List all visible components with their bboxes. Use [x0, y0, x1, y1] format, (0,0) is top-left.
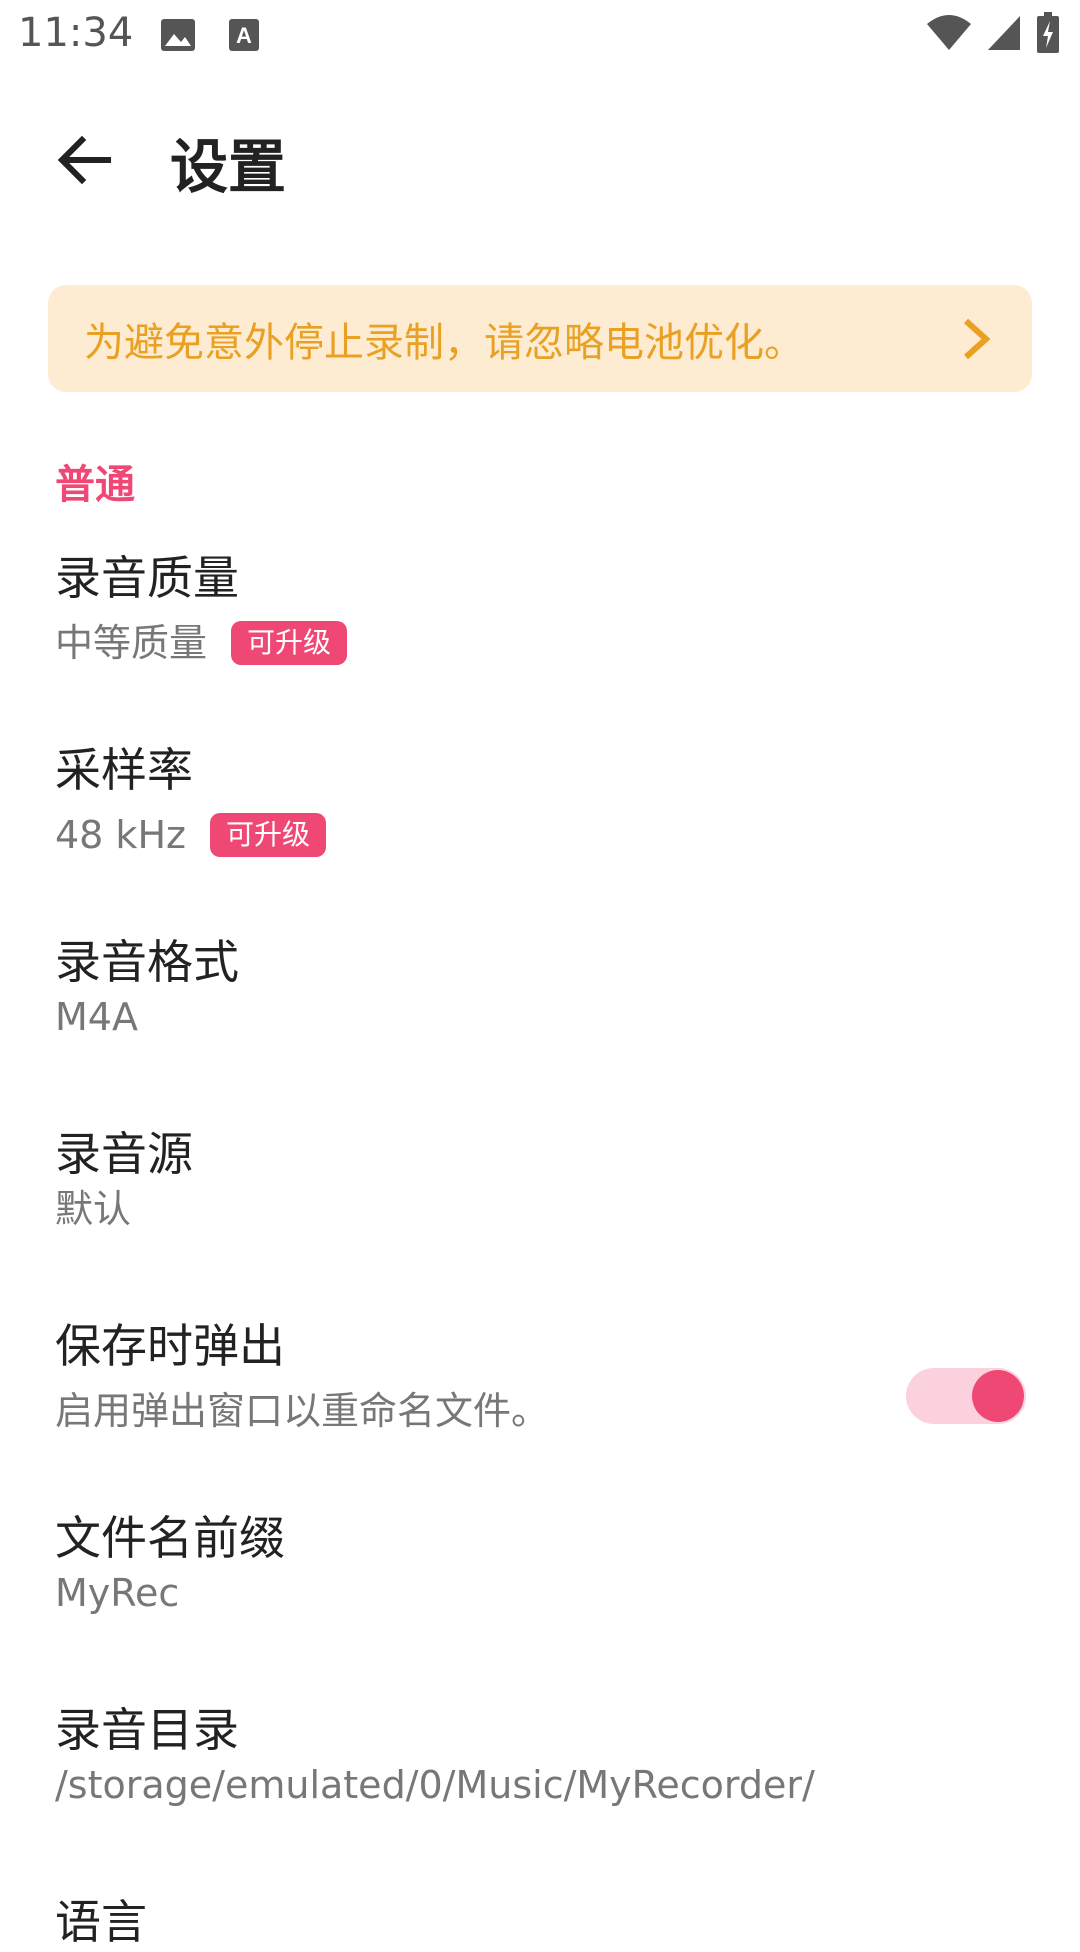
setting-language[interactable]: 语言: [55, 1892, 1055, 1952]
wifi-icon: [926, 14, 972, 56]
status-bar: 11:34 A: [0, 0, 1080, 72]
setting-subtitle: 启用弹出窗口以重命名文件。: [55, 1389, 550, 1433]
setting-subtitle: MyRec: [55, 1571, 180, 1615]
setting-filename-prefix[interactable]: 文件名前缀 MyRec: [55, 1508, 1055, 1618]
upgrade-badge: 可升级: [231, 621, 348, 665]
battery-charging-icon: [1036, 12, 1060, 58]
setting-subtitle: 默认: [55, 1187, 132, 1231]
setting-recording-format[interactable]: 录音格式 M4A: [55, 932, 1055, 1042]
setting-title: 保存时弹出: [55, 1319, 285, 1373]
svg-text:A: A: [236, 23, 252, 48]
signal-icon: [986, 14, 1022, 56]
setting-title: 录音质量: [55, 551, 239, 605]
setting-title: 录音目录: [55, 1703, 239, 1757]
setting-title: 录音格式: [55, 935, 239, 989]
chevron-right-icon: [958, 317, 994, 361]
setting-title: 文件名前缀: [55, 1511, 285, 1565]
status-time: 11:34: [18, 10, 134, 56]
upgrade-badge: 可升级: [209, 813, 326, 857]
setting-recording-quality[interactable]: 录音质量 中等质量 可升级: [55, 548, 1055, 668]
setting-recording-directory[interactable]: 录音目录 /storage/emulated/0/Music/MyRecorde…: [55, 1700, 1055, 1810]
toggle-knob: [972, 1370, 1024, 1422]
setting-popup-on-save[interactable]: 保存时弹出 启用弹出窗口以重命名文件。: [55, 1316, 855, 1436]
banner-text: 为避免意外停止录制，请忽略电池优化。: [84, 319, 804, 366]
back-arrow-icon[interactable]: [52, 128, 116, 192]
setting-sample-rate[interactable]: 采样率 48 kHz 可升级: [55, 740, 1055, 860]
photo-icon: [160, 18, 196, 52]
setting-subtitle: M4A: [55, 995, 138, 1039]
setting-title: 采样率: [55, 743, 193, 797]
keyboard-a-icon: A: [228, 18, 260, 52]
setting-title: 语言: [55, 1895, 147, 1949]
popup-on-save-toggle[interactable]: [906, 1364, 1026, 1424]
setting-subtitle: 中等质量: [55, 621, 208, 665]
setting-recording-source[interactable]: 录音源 默认: [55, 1124, 1055, 1234]
setting-title: 录音源: [55, 1127, 193, 1181]
setting-subtitle: 48 kHz: [55, 813, 186, 857]
page-title: 设置: [170, 133, 287, 201]
setting-subtitle: /storage/emulated/0/Music/MyRecorder/: [55, 1763, 815, 1807]
section-header-general: 普通: [55, 462, 135, 508]
battery-optimization-banner[interactable]: 为避免意外停止录制，请忽略电池优化。: [48, 285, 1032, 392]
app-bar: 设置: [0, 96, 1080, 224]
